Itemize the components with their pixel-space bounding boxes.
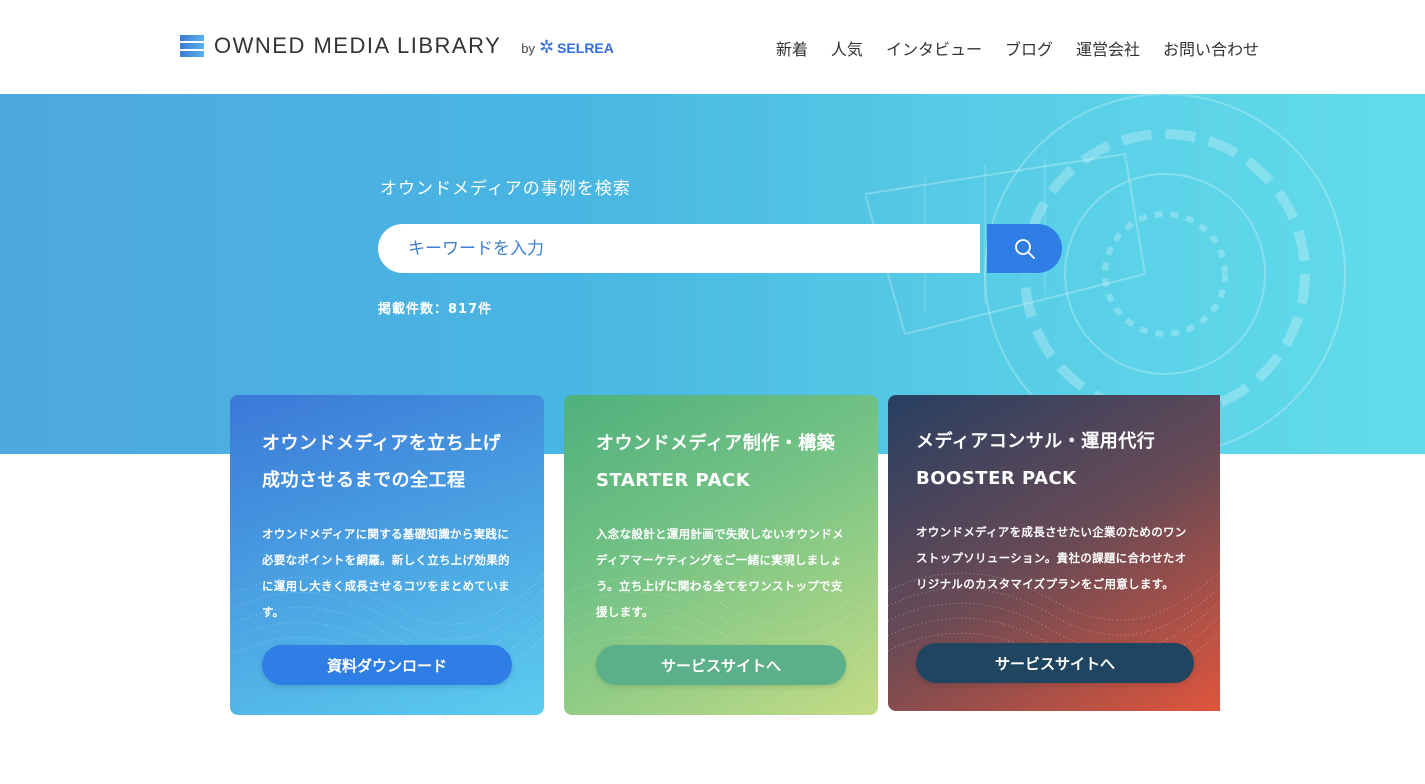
search-button[interactable] [987, 224, 1062, 273]
nav-interview[interactable]: インタビュー [886, 36, 982, 60]
card-title-line2: STARTER PACK [596, 470, 751, 491]
card-description: オウンドメディアを成長させたい企業のためのワンストップソリューション。貴社の課題… [916, 525, 1187, 591]
download-document-button[interactable]: 資料ダウンロード [262, 645, 512, 685]
service-site-button[interactable]: サービスサイトへ [596, 645, 846, 685]
logo-by-label: by [521, 40, 535, 56]
nav-company[interactable]: 運営会社 [1076, 36, 1140, 60]
card-description: オウンドメディアに関する基礎知識から実践に必要なポイントを網羅。新しく立ち上げ効… [262, 527, 510, 619]
service-site-button[interactable]: サービスサイトへ [916, 643, 1194, 683]
card-title-line1: オウンドメディアを立ち上げ [262, 433, 502, 454]
brand-name: SELREA [557, 39, 614, 56]
listing-count: 掲載件数：817件 [378, 302, 493, 317]
card-title-line2: BOOSTER PACK [916, 468, 1077, 489]
nav-blog[interactable]: ブログ [1005, 36, 1053, 60]
card-title: オウンドメディアを立ち上げ 成功させるまでの全工程 [262, 425, 501, 499]
site-logo[interactable]: OWNED MEDIA LIBRARY by ✲ SELREA [180, 33, 614, 58]
selrea-star-icon: ✲ [539, 36, 555, 58]
main-nav: 新着 人気 インタビュー ブログ 運営会社 お問い合わせ [776, 36, 1259, 60]
card-title: メディアコンサル・運用代行 BOOSTER PACK [916, 423, 1155, 497]
card-starter-pack: オウンドメディア制作・構築 STARTER PACK 入念な設計と運用計画で失敗… [564, 395, 878, 715]
card-title: オウンドメディア制作・構築 STARTER PACK [596, 425, 835, 499]
nav-contact[interactable]: お問い合わせ [1163, 36, 1259, 60]
site-header: OWNED MEDIA LIBRARY by ✲ SELREA 新着 人気 イン… [0, 0, 1425, 94]
card-title-line1: メディアコンサル・運用代行 [916, 431, 1156, 452]
logo-text: OWNED MEDIA LIBRARY [214, 33, 502, 58]
card-description: 入念な設計と運用計画で失敗しないオウンドメディアマーケティングをご一緒に実現しま… [596, 527, 844, 619]
library-logo-icon [180, 35, 204, 57]
card-title-line1: オウンドメディア制作・構築 [596, 433, 836, 454]
card-owned-media-guide: オウンドメディアを立ち上げ 成功させるまでの全工程 オウンドメディアに関する基礎… [230, 395, 544, 715]
search-box [378, 224, 980, 273]
hero-title: オウンドメディアの事例を検索 [380, 179, 631, 199]
search-input[interactable] [406, 237, 950, 260]
nav-new[interactable]: 新着 [776, 36, 808, 60]
search-icon [1014, 238, 1035, 259]
card-booster-pack: メディアコンサル・運用代行 BOOSTER PACK オウンドメディアを成長させ… [888, 395, 1220, 711]
nav-popular[interactable]: 人気 [831, 36, 863, 60]
card-title-line2: 成功させるまでの全工程 [262, 470, 466, 491]
